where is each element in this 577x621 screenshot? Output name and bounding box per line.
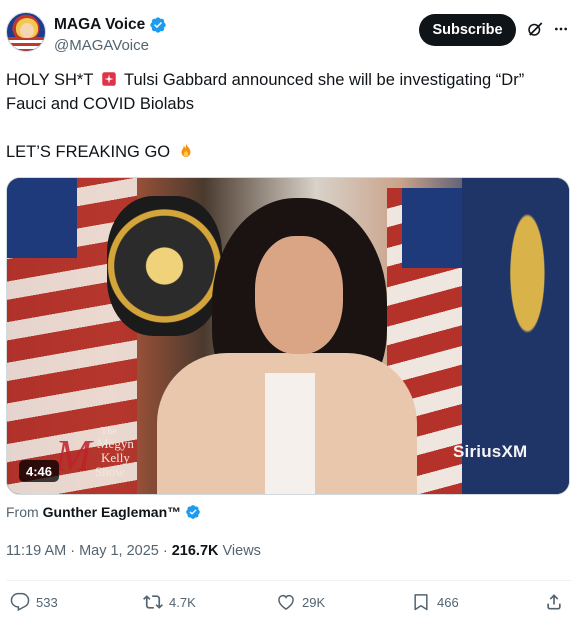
speaker-shirt	[265, 373, 315, 494]
reply-button[interactable]: 533	[10, 592, 58, 612]
show-watermark-line3: Show	[95, 464, 125, 479]
bookmark-icon	[414, 594, 428, 611]
author-handle[interactable]: @MAGAVoice	[54, 37, 149, 54]
avatar-flag-stripes	[7, 37, 45, 51]
rotating-light-emoji-icon	[101, 72, 116, 86]
bookmark-count: 466	[437, 594, 459, 610]
video-duration-badge: 4:46	[19, 460, 59, 482]
tweet-text-part-3: LET’S FREAKING GO	[6, 143, 171, 161]
share-icon	[547, 594, 561, 610]
avatar[interactable]	[6, 12, 46, 52]
views-count: 216.7K	[171, 543, 219, 559]
verified-badge-icon	[150, 17, 166, 33]
author-name-row[interactable]: MAGA Voice	[54, 15, 167, 35]
show-logo-mark: M	[55, 431, 92, 480]
bookmark-button[interactable]: 466	[411, 592, 459, 612]
verified-badge-icon	[186, 505, 200, 519]
fire-emoji-icon	[181, 143, 191, 157]
repost-icon	[143, 595, 163, 609]
divider	[6, 580, 571, 581]
tweet-text-part-1: HOLY SH*T	[6, 71, 94, 89]
reply-icon	[10, 592, 30, 612]
agency-seal-left	[107, 196, 222, 336]
avatar-face	[20, 23, 34, 38]
share-button[interactable]	[544, 592, 570, 612]
repost-count: 4.7K	[169, 594, 196, 610]
tweet-paragraph-2: LET’S FREAKING GO	[6, 140, 566, 164]
tweet-paragraph-1: HOLY SH*T Tulsi Gabbard announced she wi…	[6, 68, 566, 116]
speaker-face	[255, 236, 343, 354]
more-icon[interactable]	[553, 21, 569, 37]
tweet-header: MAGA Voice @MAGAVoice Subscribe	[0, 0, 577, 64]
subscribe-button[interactable]: Subscribe	[419, 14, 516, 46]
like-count: 29K	[302, 594, 326, 610]
action-bar: 533 4.7K 29K 466	[0, 588, 577, 621]
video-player[interactable]: M The Megyn Kelly Show SiriusXM 4:46	[6, 177, 570, 495]
video-attribution: From Gunther Eagleman™	[6, 504, 201, 520]
views-label: Views	[222, 543, 261, 559]
reply-count: 533	[36, 594, 58, 610]
tweet-text: HOLY SH*T Tulsi Gabbard announced she wi…	[6, 68, 566, 164]
show-watermark: M The Megyn Kelly Show	[49, 426, 139, 486]
tweet-timestamp[interactable]: 11:19 AM · May 1, 2025 ·	[6, 543, 168, 559]
author-display-name[interactable]: MAGA Voice	[54, 16, 145, 34]
repost-button[interactable]: 4.7K	[143, 592, 196, 612]
attribution-name-link[interactable]: Gunther Eagleman™	[43, 504, 181, 520]
like-button[interactable]: 29K	[276, 592, 325, 612]
heart-icon	[278, 594, 294, 610]
grok-icon[interactable]	[526, 20, 544, 38]
attribution-prefix: From	[6, 504, 39, 520]
tweet-meta: 11:19 AM · May 1, 2025 · 216.7K Views	[6, 543, 261, 559]
siriusxm-watermark: SiriusXM	[453, 442, 528, 461]
flag-canton-left	[7, 178, 77, 258]
